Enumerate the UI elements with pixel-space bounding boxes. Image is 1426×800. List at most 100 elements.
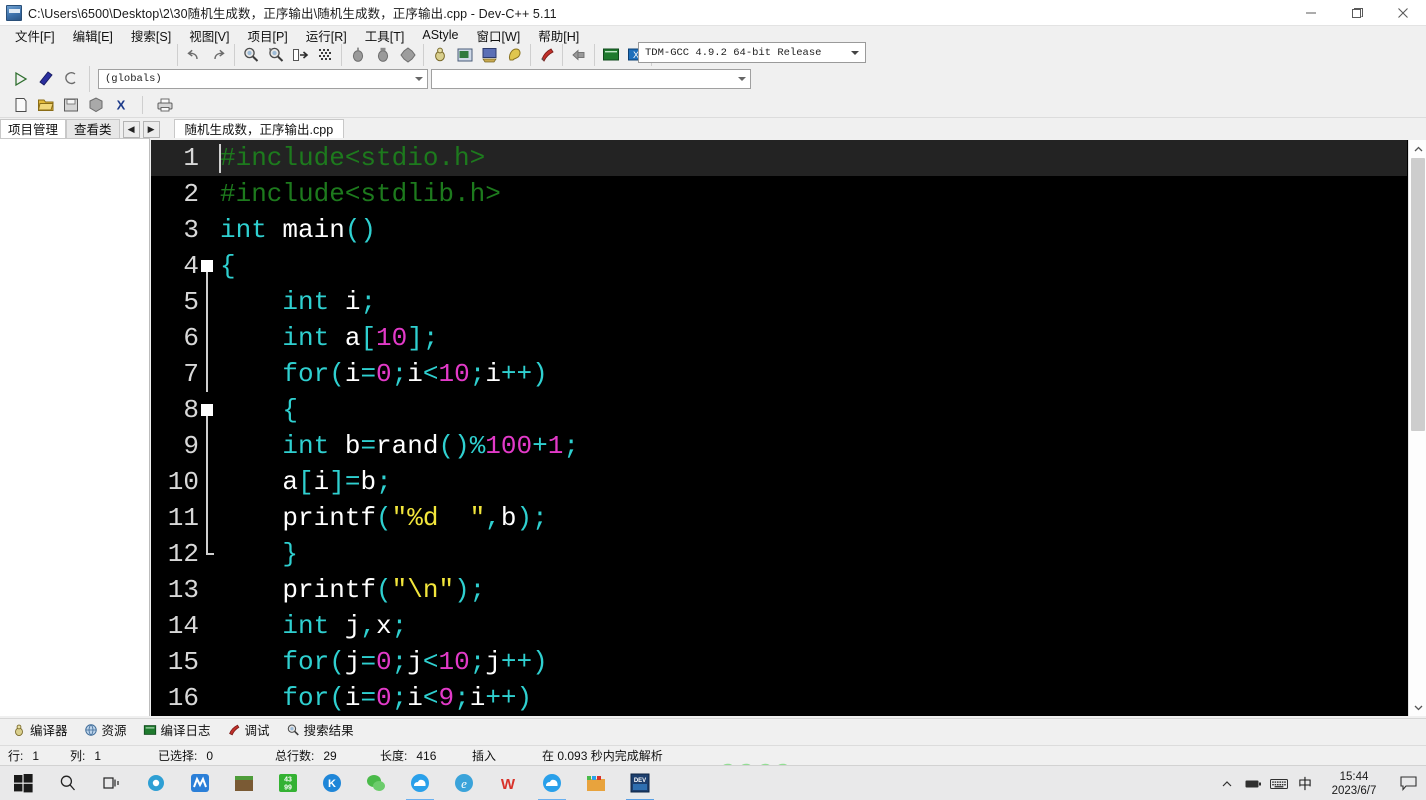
windows-start-icon[interactable] bbox=[0, 766, 46, 800]
tab-class-browser[interactable]: 查看类 bbox=[66, 119, 120, 138]
code-line[interactable]: 5 int i; bbox=[151, 284, 1407, 320]
profile-icon[interactable] bbox=[502, 44, 527, 66]
taskbar-app-devcpp[interactable]: DEV bbox=[618, 766, 662, 800]
menu-project[interactable]: 项目[P] bbox=[238, 25, 296, 46]
menu-window[interactable]: 窗口[W] bbox=[468, 25, 530, 46]
tab-project-manager[interactable]: 项目管理 bbox=[0, 119, 67, 138]
taskbar-app-ie[interactable]: e bbox=[442, 766, 486, 800]
taskbar-app-kugou[interactable]: K bbox=[310, 766, 354, 800]
code-line[interactable]: 4{ bbox=[151, 248, 1407, 284]
window-green-icon[interactable] bbox=[598, 44, 623, 66]
save-all-icon[interactable] bbox=[83, 94, 108, 116]
tab-scroll-next-button[interactable]: ▶ bbox=[142, 121, 160, 138]
taskbar-clock[interactable]: 15:44 2023/6/7 bbox=[1318, 766, 1390, 800]
taskbar-app-store[interactable] bbox=[574, 766, 618, 800]
new-file-icon[interactable] bbox=[8, 94, 33, 116]
code-line[interactable]: 8 { bbox=[151, 392, 1407, 428]
bottom-tab-compiler[interactable]: 编译器 bbox=[4, 720, 76, 739]
code-line[interactable]: 11 printf("%d ",b); bbox=[151, 500, 1407, 536]
print-icon[interactable] bbox=[152, 94, 177, 116]
minimize-button[interactable] bbox=[1288, 0, 1334, 26]
replace-icon[interactable] bbox=[313, 44, 338, 66]
maximize-button[interactable] bbox=[1334, 0, 1380, 26]
code-line[interactable]: 16 for(i=0;i<9;i++) bbox=[151, 680, 1407, 716]
code-token: 0 bbox=[376, 647, 392, 677]
fold-marker[interactable] bbox=[201, 404, 213, 416]
code-line[interactable]: 6 int a[10]; bbox=[151, 320, 1407, 356]
execute-icon[interactable] bbox=[8, 68, 33, 90]
compile-run-icon[interactable] bbox=[395, 44, 420, 66]
menu-run[interactable]: 运行[R] bbox=[297, 25, 356, 46]
code-line[interactable]: 1 #include<stdio.h> bbox=[151, 140, 1407, 176]
scroll-up-icon[interactable] bbox=[1409, 140, 1426, 158]
code-line[interactable]: 10 a[i]=b; bbox=[151, 464, 1407, 500]
code-line[interactable]: 15 for(j=0;j<10;j++) bbox=[151, 644, 1407, 680]
bottom-tab-debug[interactable]: 调试 bbox=[219, 720, 278, 739]
menu-file[interactable]: 文件[F] bbox=[6, 25, 64, 46]
member-dropdown[interactable] bbox=[431, 69, 751, 89]
menu-view[interactable]: 视图[V] bbox=[180, 25, 238, 46]
bottom-tab-compile-log[interactable]: 编译日志 bbox=[135, 720, 219, 739]
goto-line-icon[interactable] bbox=[288, 44, 313, 66]
debug-icon[interactable] bbox=[427, 44, 452, 66]
scrollbar-thumb[interactable] bbox=[1411, 158, 1425, 431]
undo-icon[interactable] bbox=[181, 44, 206, 66]
code-line[interactable]: 14 int j,x; bbox=[151, 608, 1407, 644]
menu-search[interactable]: 搜索[S] bbox=[122, 25, 180, 46]
stop-icon[interactable] bbox=[534, 44, 559, 66]
menu-tools[interactable]: 工具[T] bbox=[356, 25, 414, 46]
class-browser-dropdown[interactable]: (globals) bbox=[98, 69, 428, 89]
code-line[interactable]: 7 for(i=0;i<10;i++) bbox=[151, 356, 1407, 392]
bottom-tab-resources[interactable]: 资源 bbox=[76, 720, 135, 739]
open-folder-icon[interactable] bbox=[33, 94, 58, 116]
environment-icon[interactable] bbox=[477, 44, 502, 66]
taskbar-app-settings[interactable] bbox=[134, 766, 178, 800]
taskbar-app-cloud-a[interactable] bbox=[398, 766, 442, 800]
fold-marker[interactable] bbox=[201, 260, 213, 272]
close-file-icon[interactable]: X bbox=[108, 94, 133, 116]
close-button[interactable] bbox=[1380, 0, 1426, 26]
tab-scroll-prev-button[interactable]: ◀ bbox=[122, 121, 140, 138]
toolbar-separator bbox=[142, 95, 143, 114]
code-line[interactable]: 9 int b=rand()%100+1; bbox=[151, 428, 1407, 464]
taskbar-app-4399[interactable]: 43 99 bbox=[266, 766, 310, 800]
run-icon[interactable] bbox=[370, 44, 395, 66]
taskbar-app-wechat[interactable] bbox=[354, 766, 398, 800]
project-manager-panel[interactable] bbox=[0, 138, 150, 716]
task-view-icon[interactable] bbox=[90, 766, 134, 800]
menu-help[interactable]: 帮助[H] bbox=[529, 25, 588, 46]
chevron-up-icon[interactable] bbox=[1214, 766, 1240, 800]
rebuild-icon[interactable] bbox=[58, 68, 83, 90]
ime-indicator[interactable]: 中 bbox=[1292, 766, 1318, 800]
save-icon[interactable] bbox=[58, 94, 83, 116]
code-editor[interactable]: 1 #include<stdio.h> 2 #include<stdlib.h> 3 in… bbox=[151, 140, 1426, 716]
menu-astyle[interactable]: AStyle bbox=[413, 27, 467, 43]
taskbar-app-wps[interactable]: W bbox=[486, 766, 530, 800]
menu-edit[interactable]: 编辑[E] bbox=[64, 25, 122, 46]
search-icon[interactable] bbox=[46, 766, 90, 800]
keyboard-icon[interactable] bbox=[1266, 766, 1292, 800]
taskbar-app-aliwangwang[interactable] bbox=[178, 766, 222, 800]
scroll-down-icon[interactable] bbox=[1409, 698, 1426, 716]
find-icon[interactable] bbox=[238, 44, 263, 66]
compile-blue-icon[interactable] bbox=[33, 68, 58, 90]
taskbar-app-minecraft[interactable] bbox=[222, 766, 266, 800]
battery-icon[interactable] bbox=[1240, 766, 1266, 800]
project-options-icon[interactable] bbox=[452, 44, 477, 66]
compile-icon[interactable] bbox=[345, 44, 370, 66]
code-line[interactable]: 3 int main() bbox=[151, 212, 1407, 248]
code-line[interactable]: 2 #include<stdlib.h> bbox=[151, 176, 1407, 212]
code-text: #include<stdio.h> bbox=[220, 140, 485, 176]
taskbar-app-cloud-b[interactable] bbox=[530, 766, 574, 800]
code-line[interactable]: 12 } bbox=[151, 536, 1407, 572]
code-line[interactable]: 13 printf("\n"); bbox=[151, 572, 1407, 608]
editor-tab-cpp[interactable]: 随机生成数，正序输出.cpp bbox=[173, 119, 345, 138]
code-editor-surface[interactable]: 1 #include<stdio.h> 2 #include<stdlib.h> 3 in… bbox=[151, 140, 1407, 716]
redo-icon[interactable] bbox=[206, 44, 231, 66]
editor-vertical-scrollbar[interactable] bbox=[1408, 140, 1426, 716]
find-next-icon[interactable] bbox=[263, 44, 288, 66]
bottom-tab-find-results[interactable]: 搜索结果 bbox=[278, 720, 362, 739]
back-icon[interactable] bbox=[566, 44, 591, 66]
notification-icon[interactable] bbox=[1390, 766, 1426, 800]
compiler-set-dropdown[interactable]: TDM-GCC 4.9.2 64-bit Release bbox=[638, 42, 866, 63]
